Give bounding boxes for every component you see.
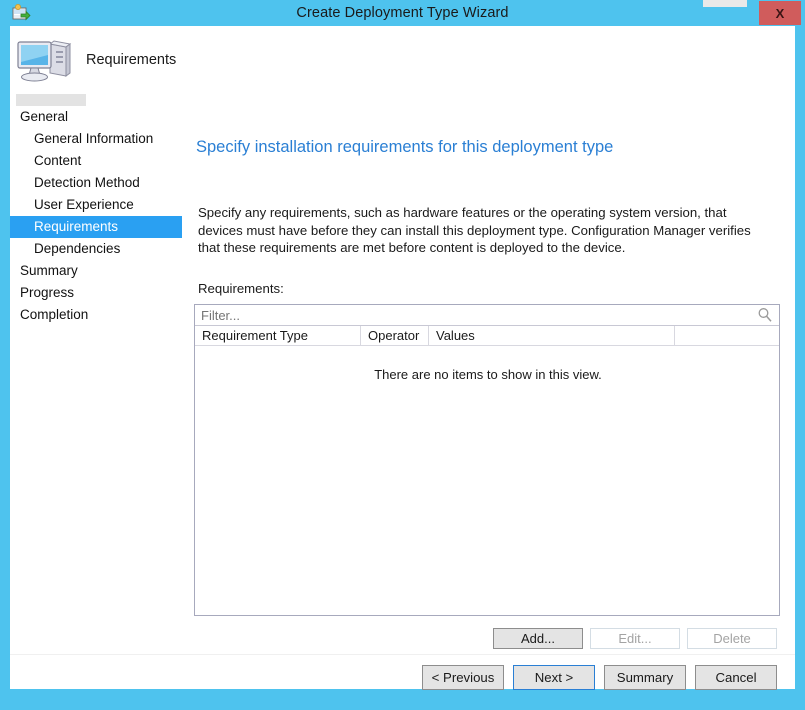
close-button[interactable]: X bbox=[759, 1, 801, 25]
title-bar: Create Deployment Type Wizard X bbox=[0, 0, 805, 26]
nav-item-detection-method[interactable]: Detection Method bbox=[34, 172, 140, 194]
filter-row bbox=[195, 305, 779, 326]
nav-item-general-information[interactable]: General Information bbox=[34, 128, 153, 150]
window-title: Create Deployment Type Wizard bbox=[296, 5, 509, 21]
summary-button[interactable]: Summary bbox=[604, 665, 686, 690]
nav-item-dependencies[interactable]: Dependencies bbox=[34, 238, 120, 260]
dialog-footer: < Previous Next > Summary Cancel bbox=[10, 654, 795, 690]
requirements-label: Requirements: bbox=[198, 281, 284, 296]
cancel-button[interactable]: Cancel bbox=[695, 665, 777, 690]
magnifier-icon[interactable] bbox=[757, 307, 773, 323]
add-button[interactable]: Add... bbox=[493, 628, 583, 649]
edit-button: Edit... bbox=[590, 628, 680, 649]
computer-monitor-icon bbox=[14, 36, 76, 86]
column-header-operator[interactable]: Operator bbox=[361, 326, 429, 346]
nav-item-summary[interactable]: Summary bbox=[20, 260, 78, 282]
column-header-spacer bbox=[675, 326, 779, 346]
next-button[interactable]: Next > bbox=[513, 665, 595, 690]
nav-item-user-experience[interactable]: User Experience bbox=[34, 194, 134, 216]
wizard-nav: General General Information Content Dete… bbox=[10, 94, 182, 654]
nav-item-progress[interactable]: Progress bbox=[20, 282, 74, 304]
column-header-requirement-type[interactable]: Requirement Type bbox=[195, 326, 361, 346]
requirements-list-panel: Requirement Type Operator Values There a… bbox=[194, 304, 780, 616]
nav-item-completion[interactable]: Completion bbox=[20, 304, 88, 326]
column-header-values[interactable]: Values bbox=[429, 326, 675, 346]
nav-ghost-bar bbox=[16, 94, 86, 106]
header-label: Requirements bbox=[86, 52, 177, 68]
previous-button[interactable]: < Previous bbox=[422, 665, 504, 690]
page-header: Requirements bbox=[10, 26, 795, 94]
filter-input[interactable] bbox=[199, 305, 739, 325]
empty-list-message: There are no items to show in this view. bbox=[374, 367, 602, 382]
window-restore-nub bbox=[703, 0, 747, 7]
nav-item-content[interactable]: Content bbox=[34, 150, 81, 172]
delete-button: Delete bbox=[687, 628, 777, 649]
main-content: Specify installation requirements for th… bbox=[182, 94, 795, 654]
page-title: Specify installation requirements for th… bbox=[196, 138, 614, 156]
page-description: Specify any requirements, such as hardwa… bbox=[198, 205, 751, 255]
dialog-client-area: Requirements General General Information… bbox=[10, 26, 795, 690]
nav-item-requirements[interactable]: Requirements bbox=[10, 216, 182, 238]
table-column-header: Requirement Type Operator Values bbox=[195, 326, 779, 346]
nav-item-general[interactable]: General bbox=[20, 106, 68, 128]
wizard-window: Create Deployment Type Wizard X Requirem… bbox=[0, 0, 805, 710]
